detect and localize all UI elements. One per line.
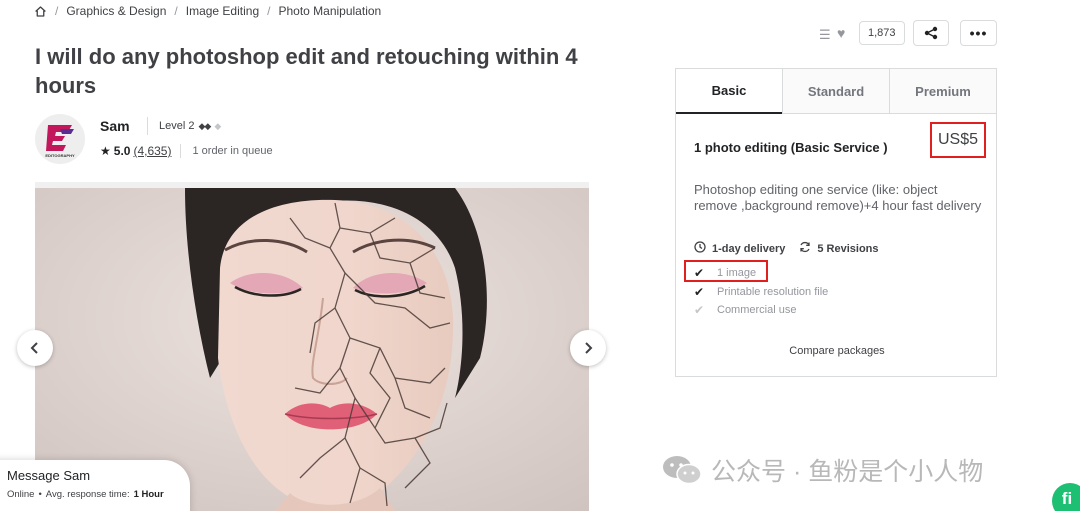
seller-name[interactable]: Sam [100,118,130,134]
watermark-text: 公众号 · 鱼粉是个小人物 [711,458,984,486]
tab-premium[interactable]: Premium [889,69,996,113]
seller-status: Online • Avg. response time: 1 Hour [7,489,190,500]
package-title: 1 photo editing (Basic Service ) [694,140,888,155]
home-icon[interactable] [34,5,47,18]
breadcrumb: / Graphics & Design / Image Editing / Ph… [34,3,381,19]
chat-fab-button[interactable]: fi [1052,483,1080,511]
compare-packages-link[interactable]: Compare packages [676,345,998,357]
menu-icon[interactable]: ☰ [819,27,831,43]
editography-logo: EDITOGRAPHY [45,125,75,158]
star-icon: ★ [100,144,111,158]
feature-item: ✔ Commercial use [694,303,796,317]
heart-icon[interactable]: ♥ [837,25,845,41]
wechat-icon [663,456,702,485]
breadcrumb-image-editing[interactable]: Image Editing [186,4,259,18]
seller-rating: ★ 5.0 (4,635) 1 order in queue [100,144,273,158]
check-icon: ✔ [694,266,705,280]
package-meta: 1-day delivery 5 Revisions [694,241,879,256]
order-queue: 1 order in queue [192,145,273,157]
breadcrumb-separator: / [55,4,59,18]
watermark: 公众号 · 鱼粉是个小人物 [661,452,983,488]
refresh-icon [799,241,811,256]
feature-label: Commercial use [717,304,797,316]
feature-label: 1 image [717,267,757,279]
gallery-next-button[interactable] [570,330,606,366]
delivery-time: 1-day delivery [712,242,786,255]
breadcrumb-photo-manipulation[interactable]: Photo Manipulation [278,4,381,18]
status-bullet: • [38,489,42,500]
svg-text:EDITOGRAPHY: EDITOGRAPHY [45,153,75,158]
feature-item: ✔ 1 image [694,266,756,280]
divider [180,144,182,158]
share-button[interactable] [913,20,949,46]
revisions-count: 5 Revisions [817,242,879,255]
diamond-icon: ◆ [214,120,221,131]
message-seller-card[interactable]: Message Sam Online • Avg. response time:… [0,460,190,511]
breadcrumb-graphics-design[interactable]: Graphics & Design [66,4,166,18]
check-icon: ✔ [694,303,705,317]
more-options-button[interactable]: ••• [960,20,997,46]
check-icon: ✔ [694,285,705,299]
gig-title: I will do any photoshop edit and retouch… [35,44,578,98]
package-description: Photoshop editing one service (like: obj… [694,182,982,213]
seller-avatar[interactable]: EDITOGRAPHY [35,114,85,164]
breadcrumb-separator: / [267,4,271,18]
response-time-label: Avg. response time: [45,489,130,500]
tab-basic[interactable]: Basic [676,69,782,114]
gallery-prev-button[interactable] [17,330,53,366]
response-time-value: 1 Hour [133,489,164,500]
tab-standard[interactable]: Standard [782,69,889,113]
feature-label: Printable resolution file [717,286,829,298]
feature-item: ✔ Printable resolution file [694,285,828,299]
diamond-icon: ◆◆ [198,120,211,131]
seller-level-label: Level 2 [159,120,195,132]
message-title: Message Sam [7,468,91,483]
chevron-right-icon [585,342,593,354]
online-status: Online [7,489,35,500]
likes-count: 1,873 [859,21,905,45]
seller-level: Level 2 ◆◆ ◆ [159,120,221,132]
chevron-left-icon [30,342,38,354]
packages-panel: Basic Standard Premium 1 photo editing (… [675,68,997,377]
reviews-link[interactable]: (4,635) [133,144,171,158]
package-price: US$5 [930,122,986,158]
rating-value: 5.0 [113,144,131,158]
breadcrumb-separator: / [174,4,178,18]
share-icon [924,26,938,40]
clock-icon [694,241,706,256]
package-tabs: Basic Standard Premium [676,69,996,114]
divider [147,117,148,135]
